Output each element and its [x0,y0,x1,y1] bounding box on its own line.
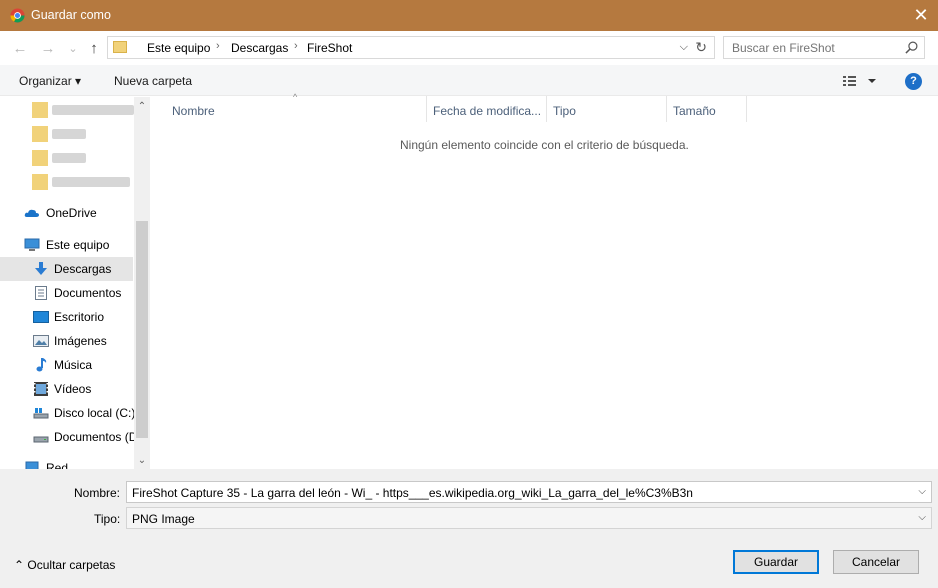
new-folder-button[interactable]: Nueva carpeta [114,74,192,88]
network-icon [25,461,39,469]
breadcrumb-este-equipo[interactable]: Este equipo [147,41,210,55]
sidebar-item-documentos-d[interactable]: Documentos (D [0,425,137,449]
column-header-fecha[interactable]: Fecha de modifica... [433,98,541,122]
chevron-down-icon[interactable]: ⌵ [918,486,926,497]
save-button[interactable]: Guardar [733,550,819,574]
column-divider[interactable] [666,96,667,122]
search-icon [905,41,918,54]
title-bar: Guardar como ✕ [0,0,938,31]
navigation-pane: OneDrive Este equipo Descargas Documento… [0,96,150,469]
sidebar-item-label: Red [46,461,69,469]
scroll-down-icon[interactable]: ⌄ [134,453,150,469]
drive-icon [33,408,49,419]
column-header-nombre[interactable]: Nombre [172,98,215,122]
sidebar-item-musica[interactable]: Música [0,353,133,377]
column-header-tamano[interactable]: Tamaño [673,98,716,122]
refresh-icon[interactable]: ↻ [695,39,707,56]
documents-icon [35,286,47,300]
scroll-up-icon[interactable]: ⌃ [134,99,150,115]
sidebar-item-escritorio[interactable]: Escritorio [0,305,133,329]
quick-access-item[interactable] [0,98,134,122]
window-title: Guardar como [31,8,111,22]
close-button[interactable]: ✕ [904,0,938,31]
help-button[interactable]: ? [905,73,922,90]
navigation-scrollbar[interactable]: ⌃ ⌄ [134,97,150,469]
folder-icon [113,41,127,53]
back-button[interactable]: ← [11,40,29,58]
blurred-label [52,129,86,139]
search-box[interactable] [723,36,925,59]
search-input[interactable] [724,37,902,58]
sidebar-item-este-equipo[interactable]: Este equipo [0,233,133,257]
sidebar-item-label: Disco local (C:) [54,406,136,420]
sidebar-item-label: Música [54,358,93,372]
sidebar-item-label: Este equipo [46,238,110,252]
sidebar-item-label: Documentos (D [54,430,138,444]
sidebar-item-label: Documentos [54,286,122,300]
sidebar-item-videos[interactable]: Vídeos [0,377,133,401]
file-type-label: Tipo: [94,512,121,526]
folder-icon [32,102,48,118]
pictures-icon [33,335,49,347]
blurred-label [52,105,134,115]
command-toolbar: Organizar ▾ Nueva carpeta ? [0,65,938,96]
scrollbar-thumb[interactable] [136,221,148,438]
sidebar-item-imagenes[interactable]: Imágenes [0,329,133,353]
breadcrumb-separator[interactable]: › [294,40,298,52]
music-icon [36,358,47,372]
file-list[interactable]: ^ Nombre Fecha de modifica... Tipo Tamañ… [150,92,938,469]
hide-folders-button[interactable]: ⌃ Ocultar carpetas [14,558,115,572]
folder-icon [32,150,48,166]
quick-access-item[interactable] [0,122,133,146]
sidebar-item-label: Escritorio [54,310,105,324]
chrome-icon [10,8,25,23]
quick-access-item[interactable] [0,146,133,170]
address-bar[interactable]: Este equipo › Descargas › FireShot ⌵ ↻ [107,36,715,59]
view-options-icon[interactable] [842,73,882,89]
folder-icon [32,174,48,190]
sidebar-item-label: Vídeos [54,382,92,396]
sidebar-item-label: OneDrive [46,206,97,220]
videos-icon [34,382,48,396]
empty-message: Ningún elemento coincide con el criterio… [400,138,689,152]
breadcrumb-descargas[interactable]: Descargas [231,41,288,55]
sidebar-item-descargas[interactable]: Descargas [0,257,133,281]
desktop-icon [33,311,49,323]
cloud-icon [24,209,39,217]
up-button[interactable]: ↑ [85,40,103,58]
computer-icon [24,238,40,251]
sidebar-item-label: Descargas [54,262,112,276]
organize-menu[interactable]: Organizar ▾ [19,74,81,88]
folder-icon [32,126,48,142]
file-type-value: PNG Image [132,512,195,526]
file-name-label: Nombre: [74,486,121,500]
sidebar-item-label: Imágenes [54,334,107,348]
blurred-label [52,153,86,163]
address-dropdown-icon[interactable]: ⌵ [680,41,688,54]
chevron-down-icon[interactable]: ⌵ [918,512,926,523]
breadcrumb-separator[interactable]: › [216,40,220,52]
file-name-field[interactable]: FireShot Capture 35 - La garra del león … [126,481,932,503]
quick-access-item[interactable] [0,170,133,194]
sidebar-item-documentos[interactable]: Documentos [0,281,133,305]
breadcrumb-fireshot[interactable]: FireShot [307,41,352,55]
file-name-value[interactable]: FireShot Capture 35 - La garra del león … [132,486,693,500]
column-divider[interactable] [426,96,427,122]
cancel-button[interactable]: Cancelar [833,550,919,574]
column-divider[interactable] [546,96,547,122]
column-divider[interactable] [746,96,747,122]
column-header-tipo[interactable]: Tipo [553,98,576,122]
forward-button[interactable]: → [39,40,57,58]
sidebar-item-onedrive[interactable]: OneDrive [0,201,133,225]
file-type-select[interactable]: PNG Image ⌵ [126,507,932,529]
download-icon [35,262,47,275]
sidebar-item-red[interactable]: Red [0,456,133,469]
blurred-label [52,177,130,187]
recent-locations-button[interactable]: ⌄ [64,40,82,58]
drive-icon [33,436,49,443]
sidebar-item-disco-local-c[interactable]: Disco local (C:) [0,401,136,425]
sort-ascending-icon: ^ [293,92,298,102]
